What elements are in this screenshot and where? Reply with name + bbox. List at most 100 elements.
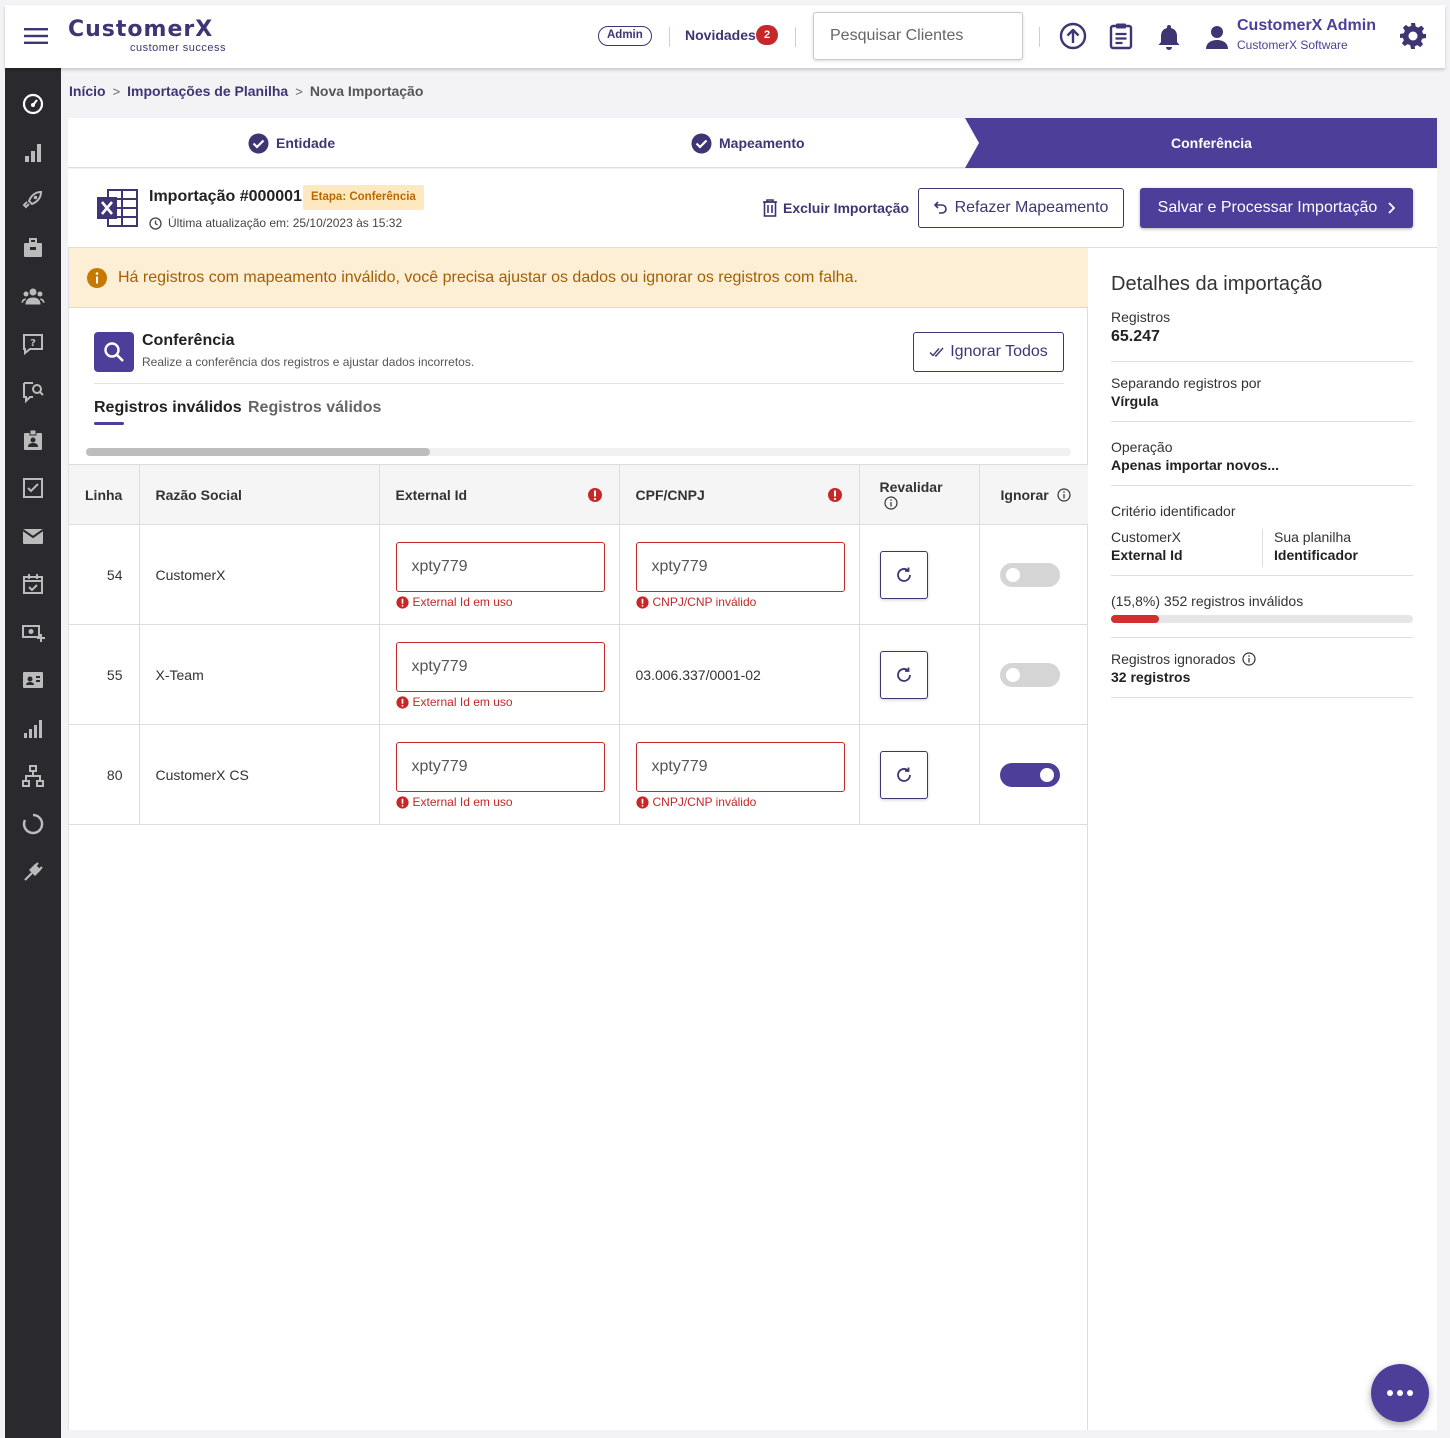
menu-icon[interactable] [23, 23, 49, 49]
info-icon[interactable] [1241, 652, 1256, 666]
divider [1262, 529, 1263, 567]
breadcrumb-inicio[interactable]: Início [69, 83, 106, 99]
search-icon [94, 332, 134, 372]
tab-indicator [94, 422, 124, 425]
scrollbar-thumb[interactable] [86, 448, 430, 456]
table-row: 55 X-Team External Id em uso 03.006.337/… [69, 624, 1088, 725]
revalidate-button[interactable] [879, 550, 928, 599]
cell-external-id: External Id em uso [379, 524, 620, 625]
field-error: External Id em uso [395, 695, 603, 709]
signal-bars-icon[interactable] [21, 716, 45, 740]
tab-invalid-records[interactable]: Registros inválidos [94, 399, 242, 417]
bell-icon[interactable] [1154, 21, 1184, 51]
ignore-toggle[interactable] [999, 762, 1060, 787]
more-actions-button[interactable] [1371, 1364, 1429, 1422]
info-icon[interactable] [883, 495, 898, 510]
external-id-input[interactable] [395, 642, 605, 692]
user-name[interactable]: CustomerX Admin [1237, 17, 1376, 35]
check-circle-icon [691, 133, 712, 153]
external-id-input[interactable] [395, 742, 605, 792]
refresh-icon [896, 667, 911, 682]
upload-icon[interactable] [1058, 21, 1088, 51]
invalid-progress-fill [1111, 615, 1159, 623]
contact-badge-icon[interactable] [21, 428, 45, 452]
horizontal-scrollbar[interactable] [86, 448, 1071, 456]
news-link[interactable]: Novidades [685, 27, 756, 43]
info-icon[interactable] [1057, 487, 1071, 502]
sitemap-icon[interactable] [21, 764, 45, 788]
plug-icon[interactable] [21, 860, 45, 884]
field-error: External Id em uso [395, 595, 603, 609]
cell-cpf-cnpj: CNPJ/CNP inválido [619, 524, 860, 625]
calendar-check-icon[interactable] [21, 572, 45, 596]
cnpj-input[interactable] [635, 742, 845, 792]
search-input[interactable] [813, 12, 1023, 60]
error-text: CNPJ/CNP inválido [652, 795, 757, 809]
clipboard-icon[interactable] [1106, 21, 1136, 51]
refresh-circle-icon[interactable] [21, 812, 45, 836]
column-label: Linha [85, 486, 123, 503]
role-badge: Admin [598, 26, 652, 46]
news-count-badge: 2 [756, 25, 778, 45]
column-label: External Id [395, 486, 468, 503]
external-id-input[interactable] [395, 542, 605, 592]
stage-badge: Etapa: Conferência [303, 185, 424, 210]
records-label: Registros [1111, 309, 1171, 325]
money-add-icon[interactable] [21, 620, 45, 644]
error-icon [635, 795, 649, 809]
save-process-button[interactable]: Salvar e Processar Importação [1140, 188, 1413, 228]
chevron-right-icon: > [112, 83, 121, 99]
briefcase-icon[interactable] [21, 236, 45, 260]
gear-icon[interactable] [1398, 21, 1428, 51]
ignore-toggle[interactable] [999, 662, 1060, 687]
ignore-toggle[interactable] [999, 562, 1060, 587]
divider [669, 27, 670, 47]
rocket-icon[interactable] [21, 188, 45, 212]
column-header-razao-social: Razão Social [139, 464, 380, 525]
import-header: Importação #000001 Etapa: Conferência Úl… [68, 169, 1437, 248]
logo-text: CustomerX [68, 17, 214, 42]
breadcrumb: Início > Importações de Planilha > Nova … [69, 82, 423, 100]
operation-value: Apenas importar novos... [1111, 457, 1280, 473]
breadcrumb-current: Nova Importação [309, 83, 424, 99]
bar-chart-icon[interactable] [21, 140, 45, 164]
checklist-icon[interactable] [21, 476, 45, 500]
ignore-all-button[interactable]: Ignorar Todos [913, 332, 1064, 372]
users-icon[interactable] [21, 284, 45, 308]
id-card-icon[interactable] [21, 668, 45, 692]
table-header-row: Linha Razão Social External Id CPF/CNPJ … [69, 464, 1088, 525]
criterion-spreadsheet: Sua planilha Identificador [1274, 529, 1358, 563]
step-entidade[interactable]: Entidade [248, 118, 335, 168]
error-icon [827, 488, 842, 502]
column-label: CPF/CNPJ [635, 486, 705, 503]
records-table: Linha Razão Social External Id CPF/CNPJ … [69, 464, 1088, 825]
revalidate-button[interactable] [879, 650, 928, 699]
double-check-icon [929, 347, 944, 357]
remap-button[interactable]: Refazer Mapeamento [918, 188, 1124, 228]
step-mapeamento[interactable]: Mapeamento [691, 118, 805, 168]
mail-icon[interactable] [21, 524, 45, 548]
undo-icon [933, 201, 947, 214]
revalidate-button[interactable] [879, 750, 928, 799]
records-value: 65.247 [1111, 328, 1160, 345]
cell-ignore [979, 624, 1088, 725]
delete-import-button[interactable]: Excluir Importação [762, 199, 909, 217]
column-header-ignorar: Ignorar [979, 464, 1088, 525]
table-row: 80 CustomerX CS External Id em uso CNPJ/… [69, 724, 1088, 825]
breadcrumb-importacoes[interactable]: Importações de Planilha [127, 83, 288, 99]
refresh-icon [896, 767, 911, 782]
logo[interactable]: CustomerX customer success [68, 19, 243, 55]
import-title: Importação #000001 [149, 188, 302, 205]
dashboard-icon[interactable] [21, 92, 45, 116]
help-chat-icon[interactable]: ? [21, 332, 45, 356]
search-chat-icon[interactable] [21, 380, 45, 404]
column-header-revalidar: Revalidar [859, 464, 980, 525]
error-icon [395, 595, 409, 609]
tab-valid-records[interactable]: Registros válidos [248, 399, 381, 417]
cell-external-id: External Id em uso [379, 724, 620, 825]
user-icon[interactable] [1203, 23, 1233, 53]
info-warning-icon [87, 267, 107, 288]
cell-name: CustomerX [139, 524, 380, 625]
step-conferencia[interactable]: Conferência [1171, 135, 1252, 151]
cnpj-input[interactable] [635, 542, 845, 592]
